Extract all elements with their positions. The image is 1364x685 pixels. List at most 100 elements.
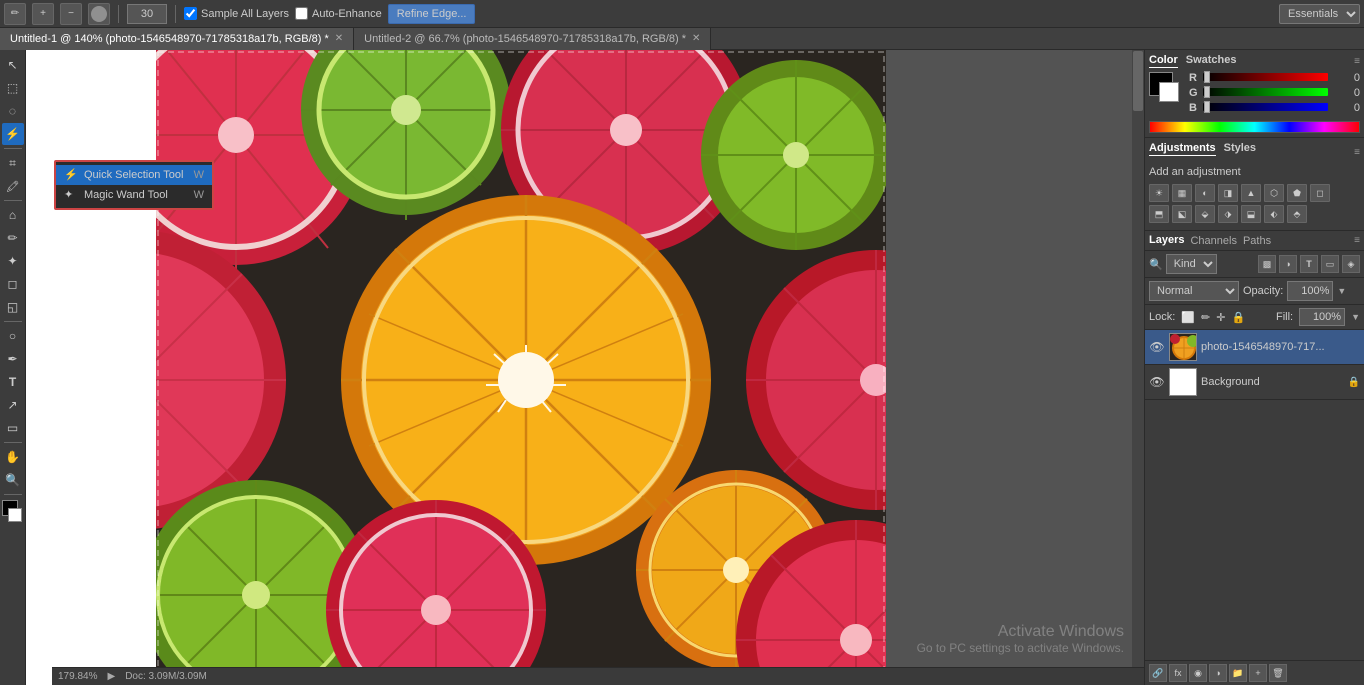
kind-select[interactable]: Kind — [1166, 254, 1217, 274]
sample-all-checkbox[interactable] — [184, 7, 197, 20]
color-panel-collapse[interactable]: ≡ — [1354, 56, 1360, 67]
tab-channels[interactable]: Channels — [1190, 235, 1236, 247]
layers-panel-collapse[interactable]: ≡ — [1354, 235, 1360, 246]
g-slider[interactable] — [1203, 88, 1328, 98]
tab-swatches[interactable]: Swatches — [1186, 54, 1237, 68]
layer-photo-name: photo-1546548970-717... — [1201, 341, 1360, 353]
photo-filter-btn[interactable]: ⬒ — [1149, 205, 1169, 223]
invert-btn[interactable]: ⬗ — [1218, 205, 1238, 223]
blend-mode-select[interactable]: Normal — [1149, 281, 1239, 301]
pixel-filter-btn[interactable]: ▩ — [1258, 255, 1276, 273]
hand-tool[interactable]: ✋ — [2, 446, 24, 468]
lasso-tool[interactable]: ◌ — [2, 100, 24, 122]
tab-paths[interactable]: Paths — [1243, 235, 1271, 247]
layer-visibility-photo[interactable]: 👁 — [1149, 339, 1165, 355]
levels-btn[interactable]: ▦ — [1172, 184, 1192, 202]
fg-bg-colors[interactable] — [2, 500, 24, 526]
r-thumb[interactable] — [1204, 71, 1210, 83]
tab-color[interactable]: Color — [1149, 54, 1178, 68]
shape-tool[interactable]: ▭ — [2, 417, 24, 439]
shape-filter-btn[interactable]: ▭ — [1321, 255, 1339, 273]
fg-bg-swatch[interactable] — [1149, 72, 1185, 108]
type-filter-btn[interactable]: T — [1300, 255, 1318, 273]
eraser-tool[interactable]: ◻ — [2, 273, 24, 295]
tool-mode-add[interactable]: + — [32, 3, 54, 25]
brightness-contrast-btn[interactable]: ☀ — [1149, 184, 1169, 202]
refine-edge-button[interactable]: Refine Edge... — [388, 4, 476, 24]
auto-enhance-checkbox[interactable] — [295, 7, 308, 20]
tab-1[interactable]: Untitled-1 @ 140% (photo-1546548970-7178… — [0, 28, 354, 50]
fill-arrow[interactable]: ▼ — [1351, 312, 1360, 322]
auto-enhance-label: Auto-Enhance — [312, 8, 382, 20]
workspace-selector[interactable]: Essentials — [1279, 4, 1360, 24]
color-lookup-btn[interactable]: ⬙ — [1195, 205, 1215, 223]
posterize-btn[interactable]: ⬓ — [1241, 205, 1261, 223]
magic-wand-tool-item[interactable]: ✦ Magic Wand Tool W — [56, 185, 212, 205]
zoom-tool[interactable]: 🔍 — [2, 469, 24, 491]
r-slider[interactable] — [1203, 73, 1328, 83]
adj-panel-collapse[interactable]: ≡ — [1354, 147, 1360, 158]
smart-filter-btn[interactable]: ◈ — [1342, 255, 1360, 273]
rect-select-tool[interactable]: ⬚ — [2, 77, 24, 99]
auto-enhance-group: Auto-Enhance — [295, 7, 382, 20]
opacity-arrow[interactable]: ▼ — [1337, 286, 1346, 296]
b-thumb[interactable] — [1204, 101, 1210, 113]
brush-picker[interactable] — [88, 3, 110, 25]
opacity-input[interactable] — [1287, 281, 1333, 301]
path-select-tool[interactable]: ↗ — [2, 394, 24, 416]
brush-tool[interactable]: ✏ — [2, 227, 24, 249]
move-tool[interactable]: ↖ — [2, 54, 24, 76]
brush-tool-icon[interactable]: ✏ — [4, 3, 26, 25]
activate-windows-subtitle: Go to PC settings to activate Windows. — [917, 641, 1124, 655]
brush-size-input[interactable]: 30 — [127, 4, 167, 24]
clone-tool[interactable]: ✦ — [2, 250, 24, 272]
quick-select-tool[interactable]: ⚡ — [2, 123, 24, 145]
tab-1-close[interactable]: ✕ — [335, 33, 343, 44]
color-balance-btn[interactable]: ⬟ — [1287, 184, 1307, 202]
add-adjustment-btn[interactable]: ◑ — [1209, 664, 1227, 682]
fill-input[interactable] — [1299, 308, 1345, 326]
black-white-btn[interactable]: ◻ — [1310, 184, 1330, 202]
lock-move-icon[interactable]: ✛ — [1216, 311, 1225, 324]
delete-layer-btn[interactable]: 🗑 — [1269, 664, 1287, 682]
threshold-btn[interactable]: ⬖ — [1264, 205, 1284, 223]
tool-mode-sub[interactable]: − — [60, 3, 82, 25]
add-layer-btn[interactable]: + — [1249, 664, 1267, 682]
tab-layers[interactable]: Layers — [1149, 234, 1184, 247]
layer-row-background[interactable]: 👁 Background 🔒 — [1145, 365, 1364, 400]
tab-2[interactable]: Untitled-2 @ 66.7% (photo-1546548970-717… — [354, 28, 711, 50]
crop-tool[interactable]: ⌗ — [2, 152, 24, 174]
g-thumb[interactable] — [1204, 86, 1210, 98]
channel-mixer-btn[interactable]: ⬕ — [1172, 205, 1192, 223]
tab-styles[interactable]: Styles — [1224, 142, 1256, 156]
gradient-tool[interactable]: ◱ — [2, 296, 24, 318]
b-slider[interactable] — [1203, 103, 1328, 113]
hue-saturation-btn[interactable]: ⬡ — [1264, 184, 1284, 202]
gradient-map-btn[interactable]: ⬘ — [1287, 205, 1307, 223]
patch-tool[interactable]: ⌂ — [2, 204, 24, 226]
lock-paint-icon[interactable]: ✏ — [1201, 311, 1210, 324]
add-fx-btn[interactable]: fx — [1169, 664, 1187, 682]
tab-2-close[interactable]: ✕ — [692, 33, 700, 44]
vertical-scrollbar[interactable] — [1132, 50, 1144, 685]
exposure-btn[interactable]: ◨ — [1218, 184, 1238, 202]
layer-row-photo[interactable]: 👁 photo-1546548970-717... — [1145, 330, 1364, 365]
color-spectrum[interactable] — [1149, 121, 1360, 133]
add-mask-btn[interactable]: ◉ — [1189, 664, 1207, 682]
curves-btn[interactable]: ◐ — [1195, 184, 1215, 202]
pen-tool[interactable]: ✒ — [2, 348, 24, 370]
eyedropper-tool[interactable]: 🖍 — [2, 175, 24, 197]
layer-visibility-bg[interactable]: 👁 — [1149, 374, 1165, 390]
adj-filter-btn[interactable]: ◑ — [1279, 255, 1297, 273]
quick-selection-tool-item[interactable]: ⚡ Quick Selection Tool W — [56, 165, 212, 185]
scrollbar-thumb[interactable] — [1133, 51, 1143, 111]
lock-transparency-icon[interactable]: ⬜ — [1181, 311, 1195, 324]
type-tool[interactable]: T — [2, 371, 24, 393]
dodge-tool[interactable]: ○ — [2, 325, 24, 347]
add-link-btn[interactable]: 🔗 — [1149, 664, 1167, 682]
quick-select-menu: ⚡ Quick Selection Tool W ✦ Magic Wand To… — [54, 160, 214, 210]
vibrance-btn[interactable]: ▲ — [1241, 184, 1261, 202]
tab-adjustments[interactable]: Adjustments — [1149, 142, 1216, 156]
add-folder-btn[interactable]: 📁 — [1229, 664, 1247, 682]
lock-all-icon[interactable]: 🔒 — [1231, 311, 1245, 324]
